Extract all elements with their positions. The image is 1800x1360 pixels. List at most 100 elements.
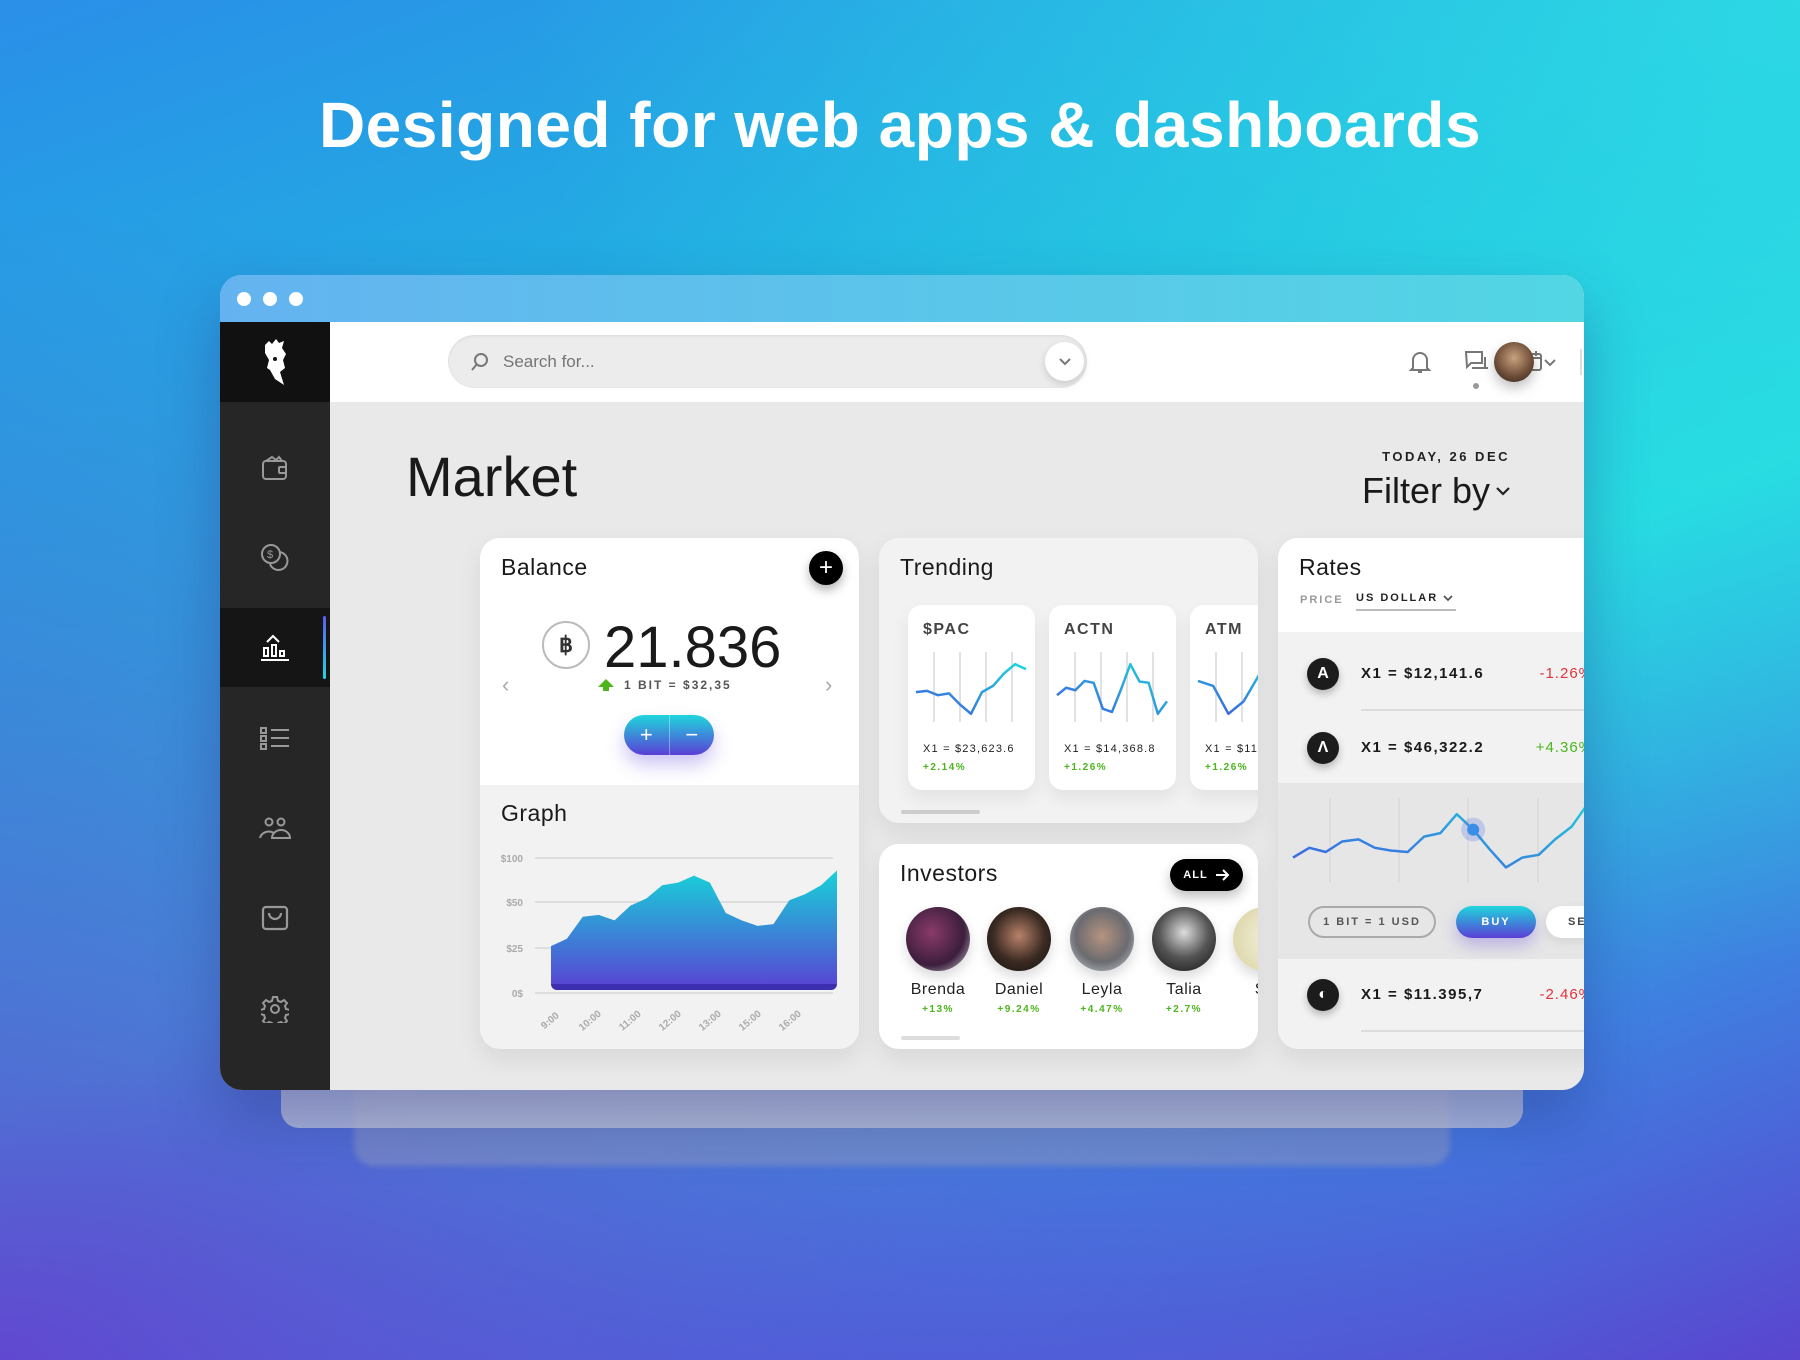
trending-item[interactable]: ACTN X1 = $14,368.8 +1.26% xyxy=(1049,605,1176,790)
window-dot[interactable] xyxy=(263,292,277,306)
search-dropdown-button[interactable] xyxy=(1045,342,1084,381)
expanded-rate-panel: 1 BIT = 1 USD BUY SELL xyxy=(1278,783,1584,959)
sparkline-series xyxy=(915,662,1027,716)
x-tick-label: 12:00 xyxy=(657,1008,684,1033)
investor-item[interactable]: Daniel +9.24% xyxy=(979,907,1059,1015)
headline: Designed for web apps & dashboards xyxy=(318,89,1482,161)
rate-row[interactable]: Λ X1 = $46,322.2 +4.36% xyxy=(1278,713,1584,783)
search-input[interactable] xyxy=(503,335,983,388)
trending-change: +2.14% xyxy=(923,762,967,773)
balance-card: Balance + ฿ 21.836 1 BIT = $32,35 ‹ › + … xyxy=(480,538,859,1049)
investor-name: Su xyxy=(1225,981,1258,999)
chevron-down-icon xyxy=(1496,486,1510,496)
filter-dropdown[interactable]: Filter by xyxy=(1362,470,1510,512)
next-arrow[interactable]: › xyxy=(825,672,832,698)
buy-button[interactable]: BUY xyxy=(1456,906,1536,938)
increase-button[interactable]: + xyxy=(624,715,670,755)
rates-card: Rates PRICE US DOLLAR A X1 = $12,141.6 -… xyxy=(1278,538,1584,1049)
chevron-down-icon[interactable] xyxy=(1544,359,1556,367)
investor-name: Brenda xyxy=(910,981,966,998)
sidebar-item-coins[interactable]: $ xyxy=(220,517,330,596)
add-balance-button[interactable]: + xyxy=(809,551,843,585)
y-tick-label: $50 xyxy=(506,898,523,909)
trending-title: Trending xyxy=(900,554,994,580)
main-content: Market TODAY, 26 DEC Filter by Balance +… xyxy=(330,402,1584,1090)
investor-item[interactable]: Brenda +13% xyxy=(898,907,978,1015)
price-label: PRICE xyxy=(1300,594,1344,606)
sparkline-series xyxy=(1056,662,1169,716)
investors-title: Investors xyxy=(900,860,998,886)
trending-card: Trending $PAC X1 = $23,623.6 +2.14% ACTN… xyxy=(879,538,1258,823)
horizontal-scrollbar[interactable] xyxy=(901,1036,960,1040)
coin-icon: Λ xyxy=(1307,732,1339,764)
filter-label: Filter by xyxy=(1361,470,1490,511)
sparkline-series xyxy=(1197,674,1258,716)
balance-graph: $100 $50 $25 0$ 9:00 10:00 11:00 12:00 13:00 15:0… xyxy=(501,854,837,1034)
sparkline xyxy=(1197,652,1258,722)
trending-item[interactable]: ATM X1 = $11 +1.26% xyxy=(1190,605,1258,790)
decrease-button[interactable]: − xyxy=(670,715,715,755)
previous-arrow[interactable]: ‹ xyxy=(502,672,509,698)
all-investors-button[interactable]: ALL xyxy=(1170,859,1243,891)
investor-avatar xyxy=(906,907,970,971)
bit-rate: 1 BIT = $32,35 xyxy=(598,678,732,692)
x-tick-label: 11:00 xyxy=(617,1009,644,1034)
window-dot[interactable] xyxy=(289,292,303,306)
chat-icon[interactable] xyxy=(1464,350,1490,374)
investor-change: +3 xyxy=(1225,1004,1259,1015)
coin-icon: A xyxy=(1307,658,1339,690)
rate-price: X1 = $12,141.6 xyxy=(1361,665,1485,682)
horizontal-scrollbar[interactable] xyxy=(901,810,980,814)
divider xyxy=(1580,349,1582,375)
trending-item[interactable]: $PAC X1 = $23,623.6 +2.14% xyxy=(908,605,1035,790)
bag-icon xyxy=(261,905,289,930)
arrow-up-icon xyxy=(598,679,614,691)
logo[interactable] xyxy=(220,322,330,402)
sidebar-item-shop[interactable] xyxy=(220,878,330,957)
x-tick-label: 15:00 xyxy=(737,1008,764,1033)
x-tick-label: 9:00 xyxy=(539,1010,562,1032)
trending-change: +1.26% xyxy=(1064,762,1108,773)
rate-row[interactable]: ◐ X1 = $11.395,7 -2.46% xyxy=(1278,960,1584,1032)
rate-series xyxy=(1292,806,1584,869)
top-bar: + xyxy=(330,322,1584,402)
logo-icon xyxy=(265,339,286,385)
investor-item[interactable]: Leyla +4.47% xyxy=(1062,907,1142,1015)
bit-rate-text: 1 BIT = $32,35 xyxy=(624,678,732,692)
sidebar-item-wallet[interactable] xyxy=(220,428,330,507)
sidebar-item-settings[interactable] xyxy=(220,969,330,1048)
investor-item[interactable]: Talia +2.7% xyxy=(1144,907,1224,1015)
coins-icon: $ xyxy=(261,543,289,571)
window-dot[interactable] xyxy=(237,292,251,306)
investor-avatar xyxy=(1070,907,1134,971)
rates-title: Rates xyxy=(1299,554,1362,580)
sidebar-item-users[interactable] xyxy=(220,788,330,867)
rate-row[interactable]: A X1 = $12,141.6 -1.26% xyxy=(1278,639,1584,711)
rate-change: -1.26% xyxy=(1539,665,1584,682)
chevron-down-icon xyxy=(1058,357,1071,365)
investor-name: Daniel xyxy=(994,981,1044,998)
user-avatar[interactable] xyxy=(1494,342,1534,382)
currency-label: US DOLLAR xyxy=(1356,592,1439,604)
investor-change: +9.24% xyxy=(997,1004,1041,1015)
conversion-badge: 1 BIT = 1 USD xyxy=(1308,906,1436,938)
investor-item[interactable]: Su +3 xyxy=(1225,907,1258,1015)
x-tick-label: 13:00 xyxy=(697,1008,724,1033)
sidebar-item-market[interactable] xyxy=(220,608,330,687)
investor-name: Leyla xyxy=(1081,981,1123,998)
rate-price: X1 = $11.395,7 xyxy=(1361,986,1484,1003)
investor-change: +4.47% xyxy=(1080,1004,1124,1015)
app-window: $ + Market TODAY, 26 DEC Filter by Balan… xyxy=(220,275,1584,1090)
highlight-point xyxy=(1467,823,1480,836)
bell-icon[interactable] xyxy=(1409,350,1431,374)
ticker: ATM xyxy=(1205,621,1243,638)
all-label: ALL xyxy=(1183,869,1208,881)
chat-notification-dot xyxy=(1473,383,1479,389)
currency-dropdown[interactable]: US DOLLAR xyxy=(1356,592,1456,611)
trending-change: +1.26% xyxy=(1205,762,1249,773)
sidebar-item-list[interactable] xyxy=(220,699,330,778)
sell-button[interactable]: SELL xyxy=(1546,906,1584,938)
y-tick-label: $25 xyxy=(506,944,523,955)
balance-title: Balance xyxy=(501,554,588,580)
x-tick-label: 16:00 xyxy=(777,1008,804,1033)
